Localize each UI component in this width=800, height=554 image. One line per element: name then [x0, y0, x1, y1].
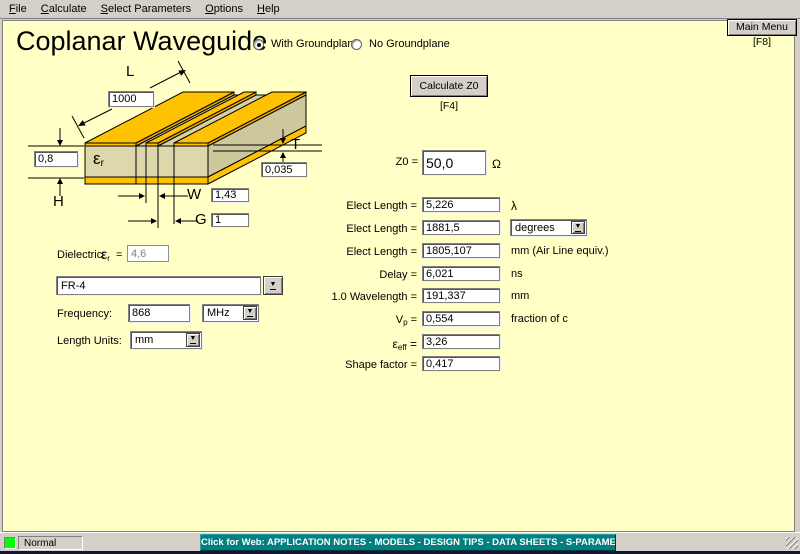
- length-units-combo[interactable]: mm ▼: [130, 331, 202, 349]
- length-units-label: Length Units:: [57, 335, 122, 347]
- frequency-input[interactable]: [128, 304, 190, 322]
- wavelength-label: 1.0 Wavelength =: [325, 291, 417, 303]
- page-title: Coplanar Waveguide: [16, 26, 267, 57]
- with-groundplane-radio[interactable]: [253, 39, 264, 50]
- vp-label: Vp =: [325, 314, 417, 327]
- vp-unit: fraction of c: [511, 313, 568, 325]
- frequency-unit-combo[interactable]: MHz ▼: [202, 304, 259, 322]
- z0-value[interactable]: [422, 150, 486, 175]
- elect-length-mm-label: Elect Length =: [325, 246, 417, 258]
- menu-options[interactable]: Options: [198, 1, 250, 18]
- gap-g-input[interactable]: [211, 213, 249, 227]
- elect-length-mm-unit: mm (Air Line equiv.): [511, 245, 609, 257]
- app-window: File Calculate Select Parameters Options…: [0, 0, 800, 554]
- dim-label-h: H: [53, 193, 64, 210]
- elect-length-unit-combo-value: degrees: [515, 222, 555, 234]
- status-bar: Normal Click for Web: APPLICATION NOTES …: [0, 532, 800, 551]
- material-combo-value: FR-4: [61, 280, 85, 292]
- material-combo[interactable]: FR-4: [56, 276, 261, 295]
- eps-eff-label: εeff =: [325, 337, 417, 352]
- elect-length-unit-combo[interactable]: degrees ▼: [510, 219, 587, 236]
- length-units-combo-value: mm: [135, 334, 153, 346]
- frequency-unit-combo-button[interactable]: ▼: [243, 306, 257, 320]
- dropdown-arrow-icon: ▼: [190, 336, 197, 344]
- elect-length-lambda-label: Elect Length =: [325, 200, 417, 212]
- dim-label-g: G: [195, 211, 207, 228]
- main-menu-button[interactable]: Main Menu [F8]: [727, 19, 797, 36]
- length-units-combo-button[interactable]: ▼: [186, 333, 200, 347]
- dim-label-w: W: [187, 186, 201, 203]
- z0-unit: Ω: [492, 157, 501, 171]
- frequency-unit-combo-value: MHz: [207, 307, 230, 319]
- calculate-z0-button[interactable]: Calculate Z0 [F4]: [410, 75, 488, 97]
- no-groundplane-label: No Groundplane: [369, 38, 450, 50]
- menu-select-parameters[interactable]: Select Parameters: [94, 1, 199, 18]
- with-groundplane-label: With Groundplane: [271, 38, 360, 50]
- delay-value[interactable]: [422, 266, 500, 281]
- elect-length-unit-combo-button[interactable]: ▼: [571, 221, 585, 234]
- vp-value[interactable]: [422, 311, 500, 326]
- elect-length-degrees-value[interactable]: [422, 220, 500, 235]
- shape-factor-label: Shape factor =: [325, 359, 417, 371]
- wavelength-value[interactable]: [422, 288, 500, 303]
- dielectric-epsilon-label: εr: [101, 246, 110, 263]
- menu-bar: File Calculate Select Parameters Options…: [0, 0, 800, 19]
- dielectric-label: Dielectric:: [57, 249, 105, 261]
- radio-selected-dot: [257, 43, 261, 47]
- web-links-banner[interactable]: Click for Web: APPLICATION NOTES - MODEL…: [200, 534, 616, 551]
- elect-length-lambda-unit: λ: [511, 199, 517, 213]
- menu-file[interactable]: File: [2, 1, 34, 18]
- wavelength-unit: mm: [511, 290, 529, 302]
- z0-label: Z0 =: [350, 156, 418, 168]
- elect-length-mm-value[interactable]: [422, 243, 500, 258]
- elect-length-degrees-label: Elect Length =: [325, 223, 417, 235]
- shape-factor-value[interactable]: [422, 356, 500, 371]
- dropdown-arrow-icon: ▼: [247, 309, 254, 317]
- material-combo-button[interactable]: ▼: [263, 276, 283, 295]
- dim-label-l: L: [126, 63, 134, 80]
- menu-calculate[interactable]: Calculate: [34, 1, 94, 18]
- dielectric-equals: =: [116, 249, 122, 261]
- no-groundplane-radio[interactable]: [351, 39, 362, 50]
- dielectric-er-value[interactable]: [127, 245, 169, 262]
- status-led: [4, 537, 16, 549]
- delay-unit: ns: [511, 268, 523, 280]
- dropdown-arrow-icon: ▼: [270, 282, 277, 290]
- length-l-input[interactable]: [108, 91, 154, 107]
- elect-length-lambda-value[interactable]: [422, 197, 500, 212]
- frequency-label: Frequency:: [57, 308, 112, 320]
- delay-label: Delay =: [325, 269, 417, 281]
- dropdown-arrow-icon: ▼: [575, 224, 582, 232]
- dim-label-t: T: [291, 136, 300, 153]
- eps-eff-value[interactable]: [422, 334, 500, 349]
- substrate-epsilon-label: εr: [93, 149, 104, 169]
- status-state: Normal: [18, 536, 83, 550]
- resize-grip[interactable]: [786, 537, 798, 549]
- width-w-input[interactable]: [211, 188, 249, 202]
- thickness-t-input[interactable]: [261, 162, 307, 177]
- height-h-input[interactable]: [34, 151, 78, 167]
- menu-help[interactable]: Help: [250, 1, 287, 18]
